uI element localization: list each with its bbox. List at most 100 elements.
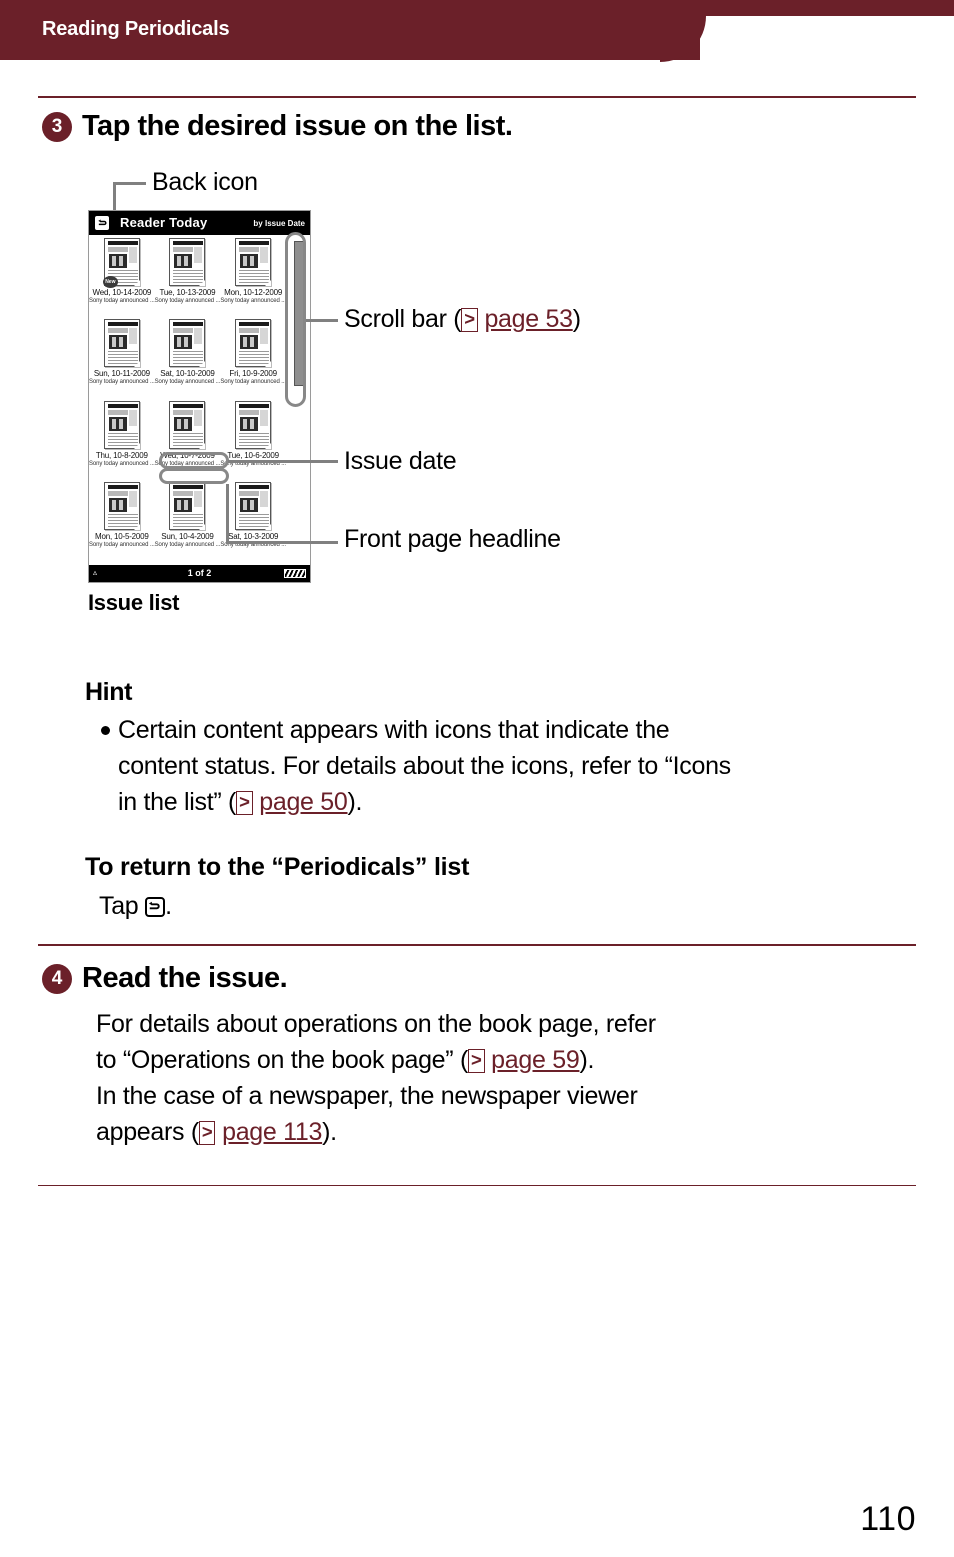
step-3-heading: 3 Tap the desired issue on the list. (42, 110, 513, 143)
page-ref-113-text[interactable]: page 113 (222, 1118, 322, 1146)
hint-heading: Hint (85, 678, 132, 706)
thumb-photo (174, 497, 193, 512)
return-tap-pre: Tap (99, 892, 139, 920)
thumb-photo (108, 497, 127, 512)
page-ref-50-text[interactable]: page 50 (259, 788, 348, 816)
issue-cell[interactable]: Tue, 10-6-2009 Sony today announced ... (220, 398, 286, 479)
front-page-headline: Sony today announced ... (154, 379, 221, 386)
thumb-masthead (173, 403, 204, 408)
hint-body: Certain content appears with icons that … (118, 712, 918, 820)
issue-cell[interactable]: Mon, 10-5-2009 Sony today announced ... (89, 479, 155, 560)
thumb-masthead (173, 241, 204, 245)
issue-thumbnail[interactable] (235, 238, 272, 286)
issue-thumbnail[interactable] (235, 319, 272, 368)
thumb-corner-fold (265, 523, 272, 530)
issue-thumbnail[interactable] (103, 319, 140, 368)
issue-cell[interactable]: Sun, 10-11-2009 Sony today announced ... (89, 316, 155, 397)
issue-thumbnail[interactable] (235, 481, 272, 530)
step-4-line-4-pre: appears ( (96, 1118, 199, 1146)
front-page-headline: Sony today announced ... (89, 460, 155, 467)
issue-cell[interactable]: Mon, 10-12-2009 Sony today announced ... (220, 235, 286, 316)
device-title: Reader Today (120, 215, 208, 230)
step-3-number: 3 (42, 111, 72, 142)
highlight-scrollbar (285, 232, 306, 407)
issue-grid: New Wed, 10-14-2009 Sony today announced .… (89, 235, 286, 560)
callout-scrollbar-prefix: Scroll bar ( (344, 305, 462, 333)
highlight-front-page-headline (159, 468, 229, 484)
page-ref-50[interactable]: > page 50 (236, 788, 348, 816)
front-page-headline: Sony today announced ... (89, 541, 155, 548)
thumb-lead-text (173, 409, 194, 415)
thumb-lead-text (239, 328, 260, 334)
issue-cell[interactable]: Thu, 10-8-2009 Sony today announced ... (89, 398, 155, 479)
page-ref-icon: > (467, 1049, 485, 1073)
issue-thumbnail[interactable]: New (102, 238, 140, 288)
back-icon[interactable] (145, 897, 166, 917)
thumb-sidebar (260, 490, 269, 507)
front-page-headline: Sony today announced ... (154, 541, 221, 548)
issue-cell[interactable]: Sat, 10-10-2009 Sony today announced ... (154, 316, 221, 397)
thumb-photo (108, 335, 127, 350)
callout-scrollbar-suffix: ) (572, 305, 581, 333)
issue-date: Sat, 10-10-2009 (160, 369, 215, 379)
thumb-sidebar (194, 409, 203, 426)
header-curve-mask (700, 16, 954, 60)
thumb-sidebar (260, 247, 269, 263)
callout-issue-date: Issue date (344, 447, 457, 475)
thumb-masthead (107, 403, 138, 408)
step-4-line-2-post: ). (579, 1046, 595, 1074)
leader-back-icon-horizontal (113, 182, 146, 185)
step-4-number: 4 (42, 963, 72, 994)
thumb-photo (240, 335, 259, 350)
issue-cell[interactable]: Fri, 10-9-2009 Sony today announced ... (220, 316, 286, 397)
callout-front-page-headline: Front page headline (344, 525, 561, 553)
page-ref-53-text[interactable]: page 53 (484, 305, 573, 333)
issue-cell[interactable]: New Wed, 10-14-2009 Sony today announced .… (89, 235, 155, 316)
page-ref-53[interactable]: > page 53 (461, 305, 573, 333)
thumb-lead-text (107, 490, 128, 496)
thumb-sidebar (260, 328, 269, 345)
thumb-lead-text (107, 328, 128, 334)
issue-thumbnail[interactable] (169, 481, 206, 530)
thumb-masthead (173, 322, 204, 327)
thumb-photo (108, 416, 127, 431)
thumb-corner-fold (199, 523, 206, 530)
thumb-corner-fold (133, 442, 140, 449)
issue-thumbnail[interactable] (169, 400, 206, 449)
issue-cell[interactable]: Sat, 10-3-2009 Sony today announced ... (220, 479, 286, 560)
hint-line-3-pre: in the list” ( (118, 788, 237, 816)
issue-date: Thu, 10-8-2009 (95, 450, 148, 460)
callout-back-icon-label: Back icon (152, 168, 258, 196)
issue-thumbnail[interactable] (103, 481, 140, 530)
page-header: Reading Periodicals (0, 0, 954, 62)
issue-thumbnail[interactable] (103, 400, 140, 449)
thumb-photo (240, 254, 259, 268)
thumb-sidebar (260, 409, 269, 426)
thumb-masthead (173, 484, 204, 489)
issue-date: Sat, 10-3-2009 (228, 531, 279, 541)
leader-issue-date (228, 460, 338, 463)
thumb-corner-fold (265, 280, 272, 286)
issue-thumbnail[interactable] (235, 400, 272, 449)
page-ref-59[interactable]: > page 59 (467, 1046, 580, 1074)
step-4-line-4: appears (> page 113). (96, 1114, 926, 1150)
page-ref-icon: > (236, 791, 253, 815)
step-4-line-4-post: ). (322, 1118, 337, 1146)
step-4-line-3: In the case of a newspaper, the newspape… (96, 1082, 638, 1110)
page-ref-113[interactable]: > page 113 (198, 1118, 322, 1146)
thumb-sidebar (194, 328, 203, 345)
back-icon[interactable] (93, 214, 111, 232)
device-sort-label[interactable]: by Issue Date (253, 219, 305, 228)
thumb-masthead (107, 322, 138, 327)
page-ref-59-text[interactable]: page 59 (491, 1046, 580, 1074)
hint-bullet (101, 726, 110, 735)
thumb-photo (108, 254, 127, 268)
thumb-masthead (239, 241, 270, 245)
issue-thumbnail[interactable] (169, 319, 206, 368)
issue-cell[interactable]: Sun, 10-4-2009 Sony today announced ... (154, 479, 221, 560)
highlight-issue-date (159, 452, 229, 469)
issue-date: Fri, 10-9-2009 (229, 369, 277, 379)
issue-thumbnail[interactable] (169, 238, 206, 286)
issue-date: Sun, 10-11-2009 (93, 369, 150, 379)
issue-cell[interactable]: Tue, 10-13-2009 Sony today announced ... (155, 235, 220, 316)
